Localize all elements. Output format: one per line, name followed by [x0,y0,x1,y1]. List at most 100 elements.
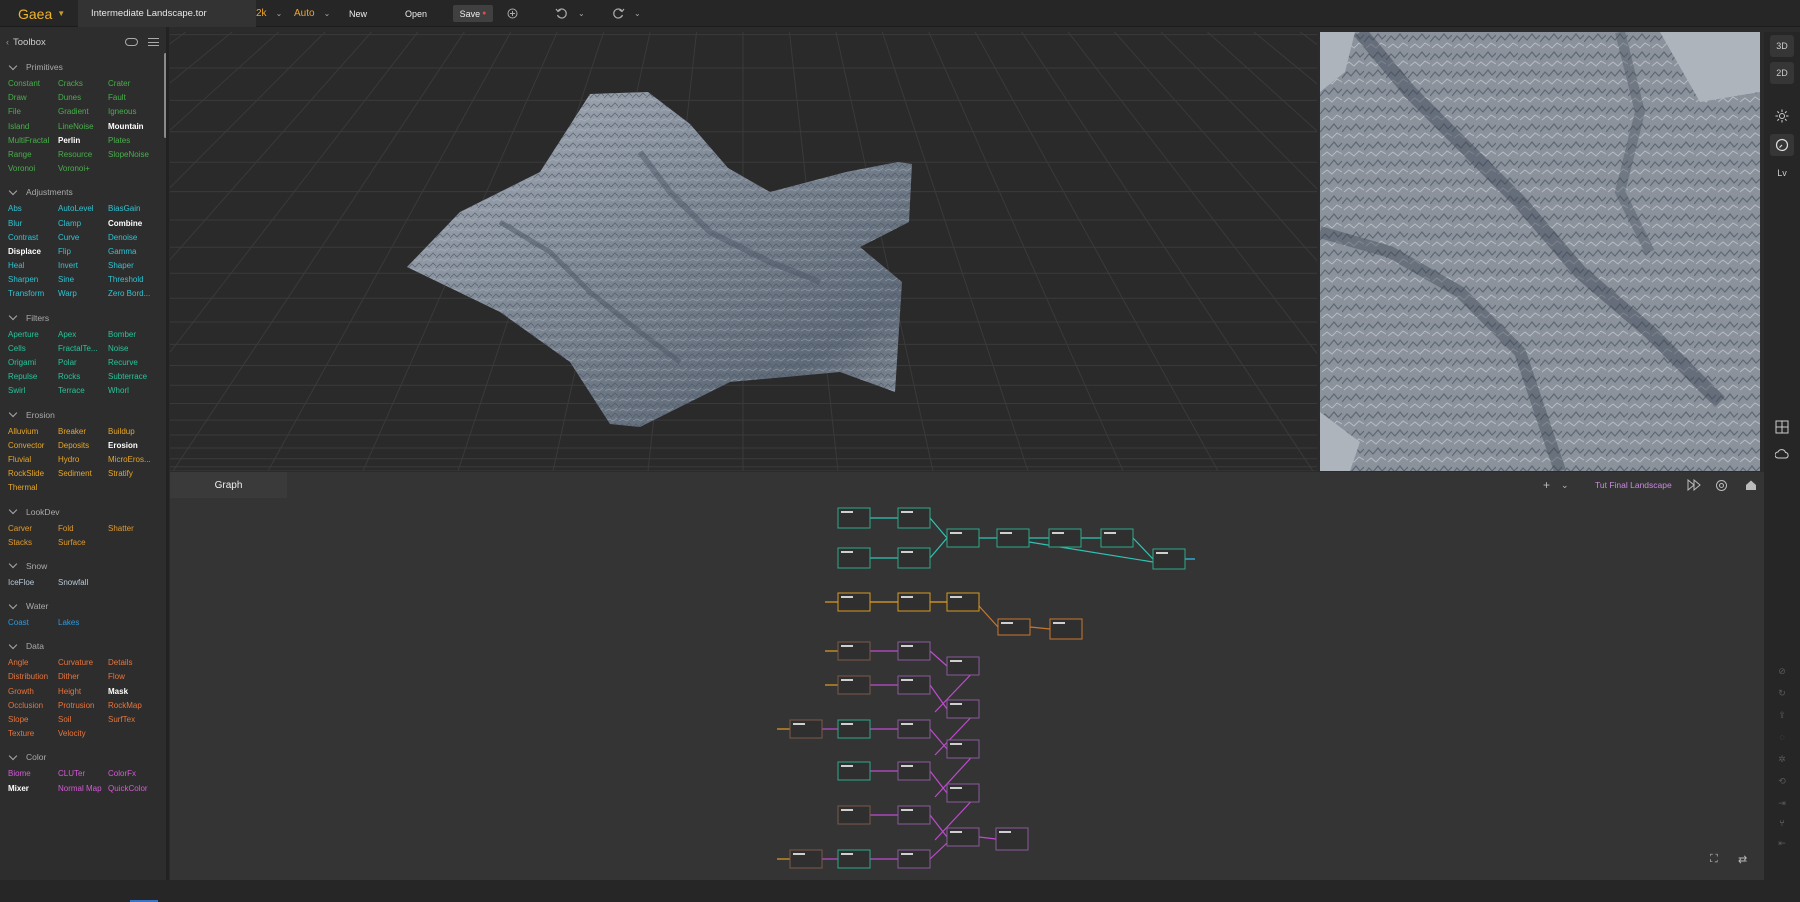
node-item[interactable]: Voronoi+ [58,162,108,176]
category-header[interactable]: Color [0,747,166,767]
graph-node[interactable] [897,675,931,695]
node-item[interactable]: Curvature [58,656,108,670]
sync-icon[interactable]: ⇄ [1738,848,1747,870]
node-item[interactable]: SlopeNoise [108,148,166,162]
node-item[interactable]: CLUTer [58,767,108,781]
node-item[interactable]: Origami [8,356,58,370]
node-item[interactable]: Gamma [108,245,166,259]
node-item[interactable]: Polar [58,356,108,370]
collapse-icon[interactable]: ‹ [6,37,9,47]
publish-icon[interactable] [507,0,518,27]
graph-node[interactable] [946,656,980,676]
graph-node[interactable] [946,739,980,759]
category-header[interactable]: Erosion [0,405,166,425]
node-item[interactable]: Cracks [58,77,108,91]
graph-node[interactable] [897,592,931,612]
node-item[interactable]: Invert [58,259,108,273]
node-item[interactable]: Convector [8,439,58,453]
graph-node[interactable] [837,849,871,869]
graph-node[interactable] [1048,528,1082,548]
node-item[interactable]: Snowfall [58,576,108,590]
layout-grid-icon[interactable] [1770,416,1794,438]
node-item[interactable]: Alluvium [8,425,58,439]
node-item[interactable]: Zero Bord... [108,287,166,301]
node-item[interactable]: Gradient [58,105,108,119]
graph-node[interactable] [946,827,980,847]
node-item[interactable]: Combine [108,217,166,231]
graph-node[interactable] [837,719,871,739]
node-item[interactable]: Dither [58,670,108,684]
node-item[interactable]: Crater [108,77,166,91]
node-item[interactable]: Mountain [108,120,166,134]
node-item[interactable]: Occlusion [8,699,58,713]
node-item[interactable]: Recurve [108,356,166,370]
graph-node[interactable] [897,849,931,869]
node-item[interactable]: Rocks [58,370,108,384]
category-header[interactable]: Filters [0,308,166,328]
graph-node[interactable] [897,805,931,825]
node-item[interactable]: Perlin [58,134,108,148]
node-item[interactable]: Lakes [58,616,108,630]
node-item[interactable]: Noise [108,342,166,356]
viewport-2d[interactable] [1320,32,1760,471]
node-item[interactable]: Constant [8,77,58,91]
graph-node[interactable] [997,618,1031,636]
node-item[interactable]: Dunes [58,91,108,105]
node-item[interactable]: Coast [8,616,58,630]
node-item[interactable]: Contrast [8,231,58,245]
graph-node[interactable] [837,675,871,695]
new-button[interactable]: New [349,0,367,27]
node-item[interactable]: FractalTe... [58,342,108,356]
category-header[interactable]: Data [0,636,166,656]
graph-node[interactable] [946,528,980,548]
category-header[interactable]: LookDev [0,502,166,522]
graph-node[interactable] [1100,528,1134,548]
node-item[interactable]: Range [8,148,58,162]
node-item[interactable]: QuickColor [108,782,166,796]
node-item[interactable]: Erosion [108,439,166,453]
node-item[interactable]: Cells [8,342,58,356]
toggle-icon[interactable] [125,38,138,46]
node-item[interactable]: Shaper [108,259,166,273]
node-item[interactable]: Height [58,685,108,699]
node-item[interactable]: Details [108,656,166,670]
node-item[interactable]: Stacks [8,536,58,550]
node-item[interactable]: Distribution [8,670,58,684]
node-item[interactable]: Island [8,120,58,134]
node-item[interactable]: Mask [108,685,166,699]
viewport-3d[interactable] [170,32,1317,471]
node-item[interactable]: Buildup [108,425,166,439]
node-item[interactable]: Bomber [108,328,166,342]
node-item[interactable]: Heal [8,259,58,273]
view-3d-button[interactable]: 3D [1770,35,1794,57]
node-item[interactable]: Mixer [8,782,58,796]
category-header[interactable]: Adjustments [0,182,166,202]
graph-node[interactable] [837,805,871,825]
node-item[interactable]: Curve [58,231,108,245]
node-item[interactable]: Shatter [108,522,166,536]
menu-icon[interactable] [148,38,159,46]
node-item[interactable]: Clamp [58,217,108,231]
open-button[interactable]: Open [405,0,427,27]
undo-history-chevron-icon[interactable]: ⌄ [578,0,585,27]
graph-node[interactable] [897,719,931,739]
resolution-select[interactable]: 2k ⌄ [256,0,282,27]
node-item[interactable]: Threshold [108,273,166,287]
node-item[interactable]: SurfTex [108,713,166,727]
node-item[interactable]: Normal Map [58,782,108,796]
node-item[interactable]: Hydro [58,453,108,467]
node-item[interactable]: Soil [58,713,108,727]
node-item[interactable]: Angle [8,656,58,670]
file-name[interactable]: Intermediate Landscape.tor [78,0,256,27]
node-item[interactable]: Sediment [58,467,108,481]
node-item[interactable]: Terrace [58,384,108,398]
node-item[interactable]: File [8,105,58,119]
node-item[interactable]: BiasGain [108,202,166,216]
graph-node[interactable] [789,849,823,869]
frame-all-icon[interactable]: ⛶ [1710,848,1718,870]
node-item[interactable]: Sine [58,273,108,287]
node-item[interactable]: Texture [8,727,58,741]
node-item[interactable]: Biome [8,767,58,781]
node-item[interactable]: Carver [8,522,58,536]
redo-history-chevron-icon[interactable]: ⌄ [634,0,641,27]
